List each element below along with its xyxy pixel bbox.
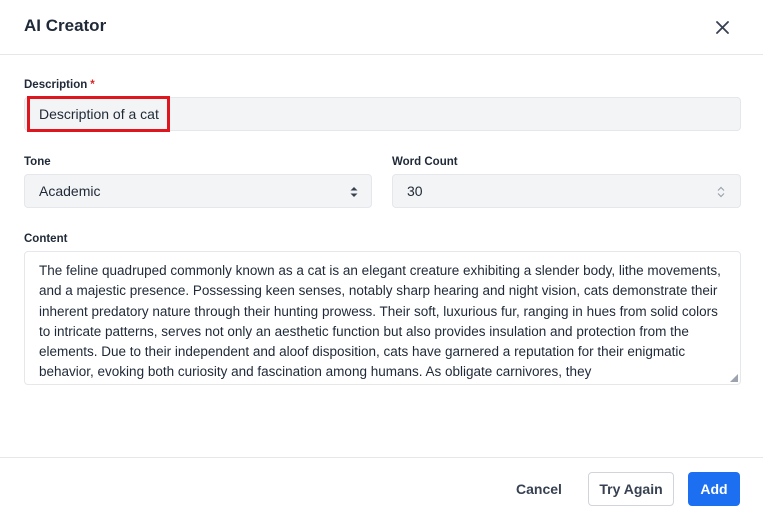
- content-text: The feline quadruped commonly known as a…: [39, 263, 721, 380]
- description-input-value: Description of a cat: [39, 106, 159, 122]
- resize-grip-icon[interactable]: [730, 374, 738, 382]
- close-icon: [715, 20, 729, 34]
- content-textarea[interactable]: The feline quadruped commonly known as a…: [24, 251, 741, 385]
- description-label: Description *: [24, 79, 95, 91]
- ai-creator-modal: AI Creator Description * Description of a…: [0, 0, 763, 510]
- close-button[interactable]: [709, 14, 735, 40]
- modal-header: AI Creator: [0, 0, 763, 55]
- content-label: Content: [24, 233, 68, 245]
- description-label-text: Description: [24, 79, 88, 91]
- modal-title: AI Creator: [24, 16, 107, 35]
- word-count-input[interactable]: 30: [392, 174, 741, 208]
- modal-footer: Cancel Try Again Add: [0, 457, 763, 510]
- description-input[interactable]: Description of a cat: [24, 97, 741, 131]
- word-count-label: Word Count: [392, 156, 458, 168]
- tone-select[interactable]: Academic: [24, 174, 372, 208]
- chevron-up-down-icon: [350, 187, 358, 197]
- add-button[interactable]: Add: [688, 472, 740, 506]
- cancel-button[interactable]: Cancel: [505, 472, 573, 506]
- tone-selected-value: Academic: [39, 183, 101, 199]
- number-spinner-icon[interactable]: [716, 185, 726, 199]
- tone-label: Tone: [24, 156, 51, 168]
- required-mark: *: [90, 79, 95, 91]
- word-count-value: 30: [407, 183, 423, 199]
- try-again-button[interactable]: Try Again: [588, 472, 674, 506]
